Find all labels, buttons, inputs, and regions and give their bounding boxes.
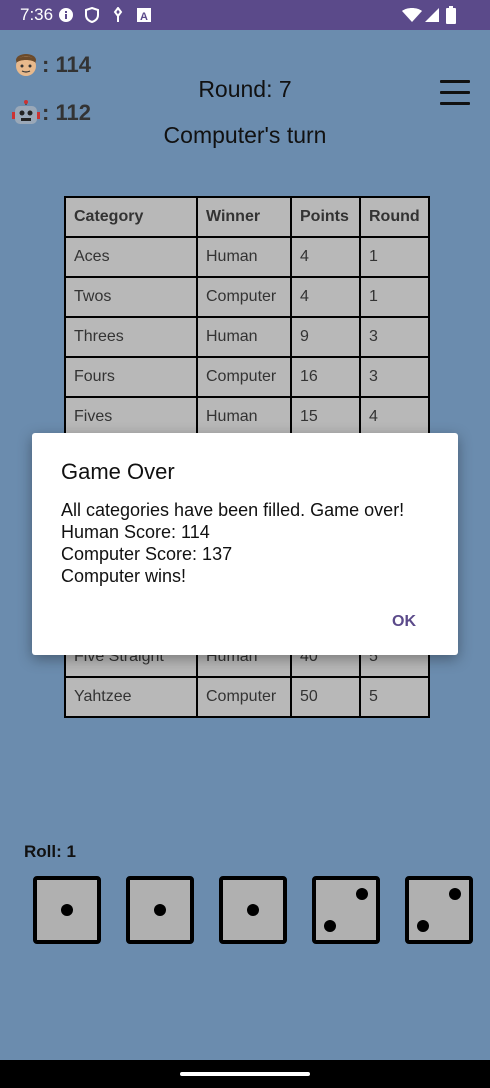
dialog-message: All categories have been filled. Game ov… [61, 499, 404, 587]
ok-button[interactable]: OK [392, 613, 416, 631]
dialog-line: Human Score: 114 [61, 522, 210, 542]
shield-icon [84, 7, 100, 23]
dialog-line: Computer wins! [61, 566, 187, 586]
battery-icon [445, 6, 457, 24]
signal-icon [424, 7, 440, 23]
home-gesture-handle[interactable] [180, 1072, 310, 1076]
wifi-icon [402, 7, 422, 23]
dialog-line: Computer Score: 137 [61, 544, 233, 564]
game-over-dialog: Game Over All categories have been fille… [32, 433, 458, 655]
status-time: 7:36 [20, 5, 54, 24]
svg-text:A: A [140, 11, 148, 23]
dialog-title: Game Over [61, 459, 175, 484]
status-bar: 7:36 A [0, 0, 490, 30]
a-badge-icon: A [136, 7, 152, 23]
navigation-bar [0, 1060, 490, 1088]
dialog-line: All categories have been filled. Game ov… [61, 500, 405, 520]
info-icon [58, 7, 74, 23]
usb-icon [110, 7, 126, 23]
